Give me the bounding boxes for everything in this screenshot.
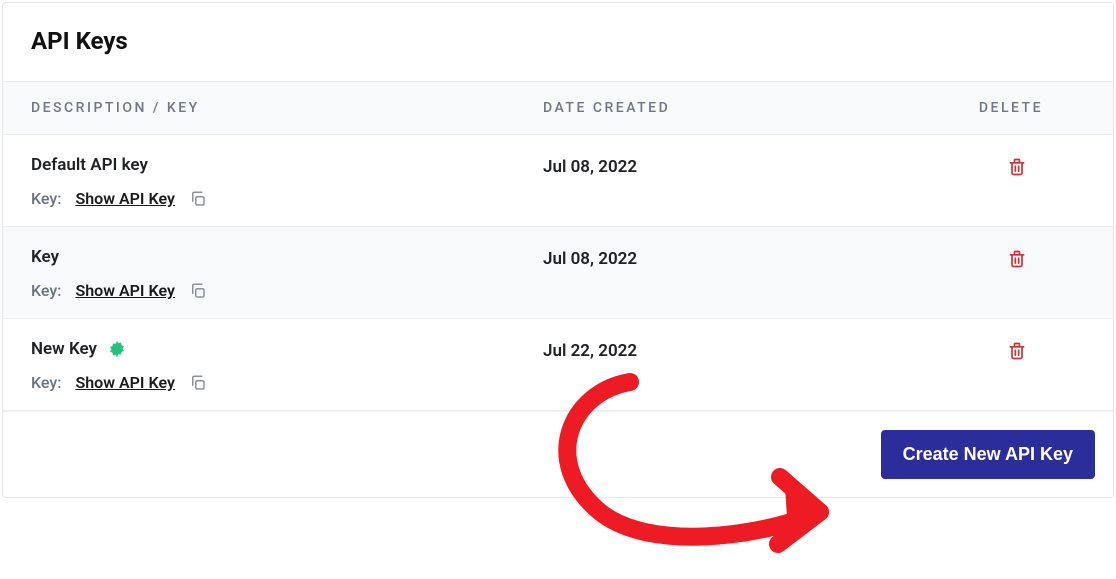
col-header-description: DESCRIPTION / KEY (31, 100, 543, 116)
copy-icon[interactable] (189, 374, 207, 392)
copy-icon[interactable] (189, 190, 207, 208)
key-label: Key: (31, 189, 61, 208)
copy-icon[interactable] (189, 282, 207, 300)
col-header-date: DATE CREATED (543, 100, 943, 116)
show-api-key-link[interactable]: Show API Key (75, 189, 174, 208)
api-key-date: Jul 08, 2022 (543, 247, 943, 269)
page-title: API Keys (31, 27, 1085, 55)
api-key-name: Key (31, 247, 59, 267)
table-row: Key Key: Show API Key Jul 08, 2022 (3, 227, 1113, 319)
key-label: Key: (31, 373, 61, 392)
key-label: Key: (31, 281, 61, 300)
api-key-date: Jul 08, 2022 (543, 155, 943, 177)
delete-button[interactable] (1007, 249, 1027, 269)
table-header: DESCRIPTION / KEY DATE CREATED DELETE (3, 81, 1113, 135)
api-key-date: Jul 22, 2022 (543, 339, 943, 361)
delete-button[interactable] (1007, 157, 1027, 177)
delete-button[interactable] (1007, 341, 1027, 361)
new-badge-icon (107, 339, 127, 359)
api-key-name: Default API key (31, 155, 148, 175)
create-new-api-key-button[interactable]: Create New API Key (881, 430, 1095, 479)
col-header-delete: DELETE (943, 100, 1085, 116)
show-api-key-link[interactable]: Show API Key (75, 281, 174, 300)
table-row: New Key Key: Show API Key Jul 22, 2022 (3, 319, 1113, 411)
api-key-name: New Key (31, 339, 97, 359)
show-api-key-link[interactable]: Show API Key (75, 373, 174, 392)
table-row: Default API key Key: Show API Key Jul 08… (3, 135, 1113, 227)
